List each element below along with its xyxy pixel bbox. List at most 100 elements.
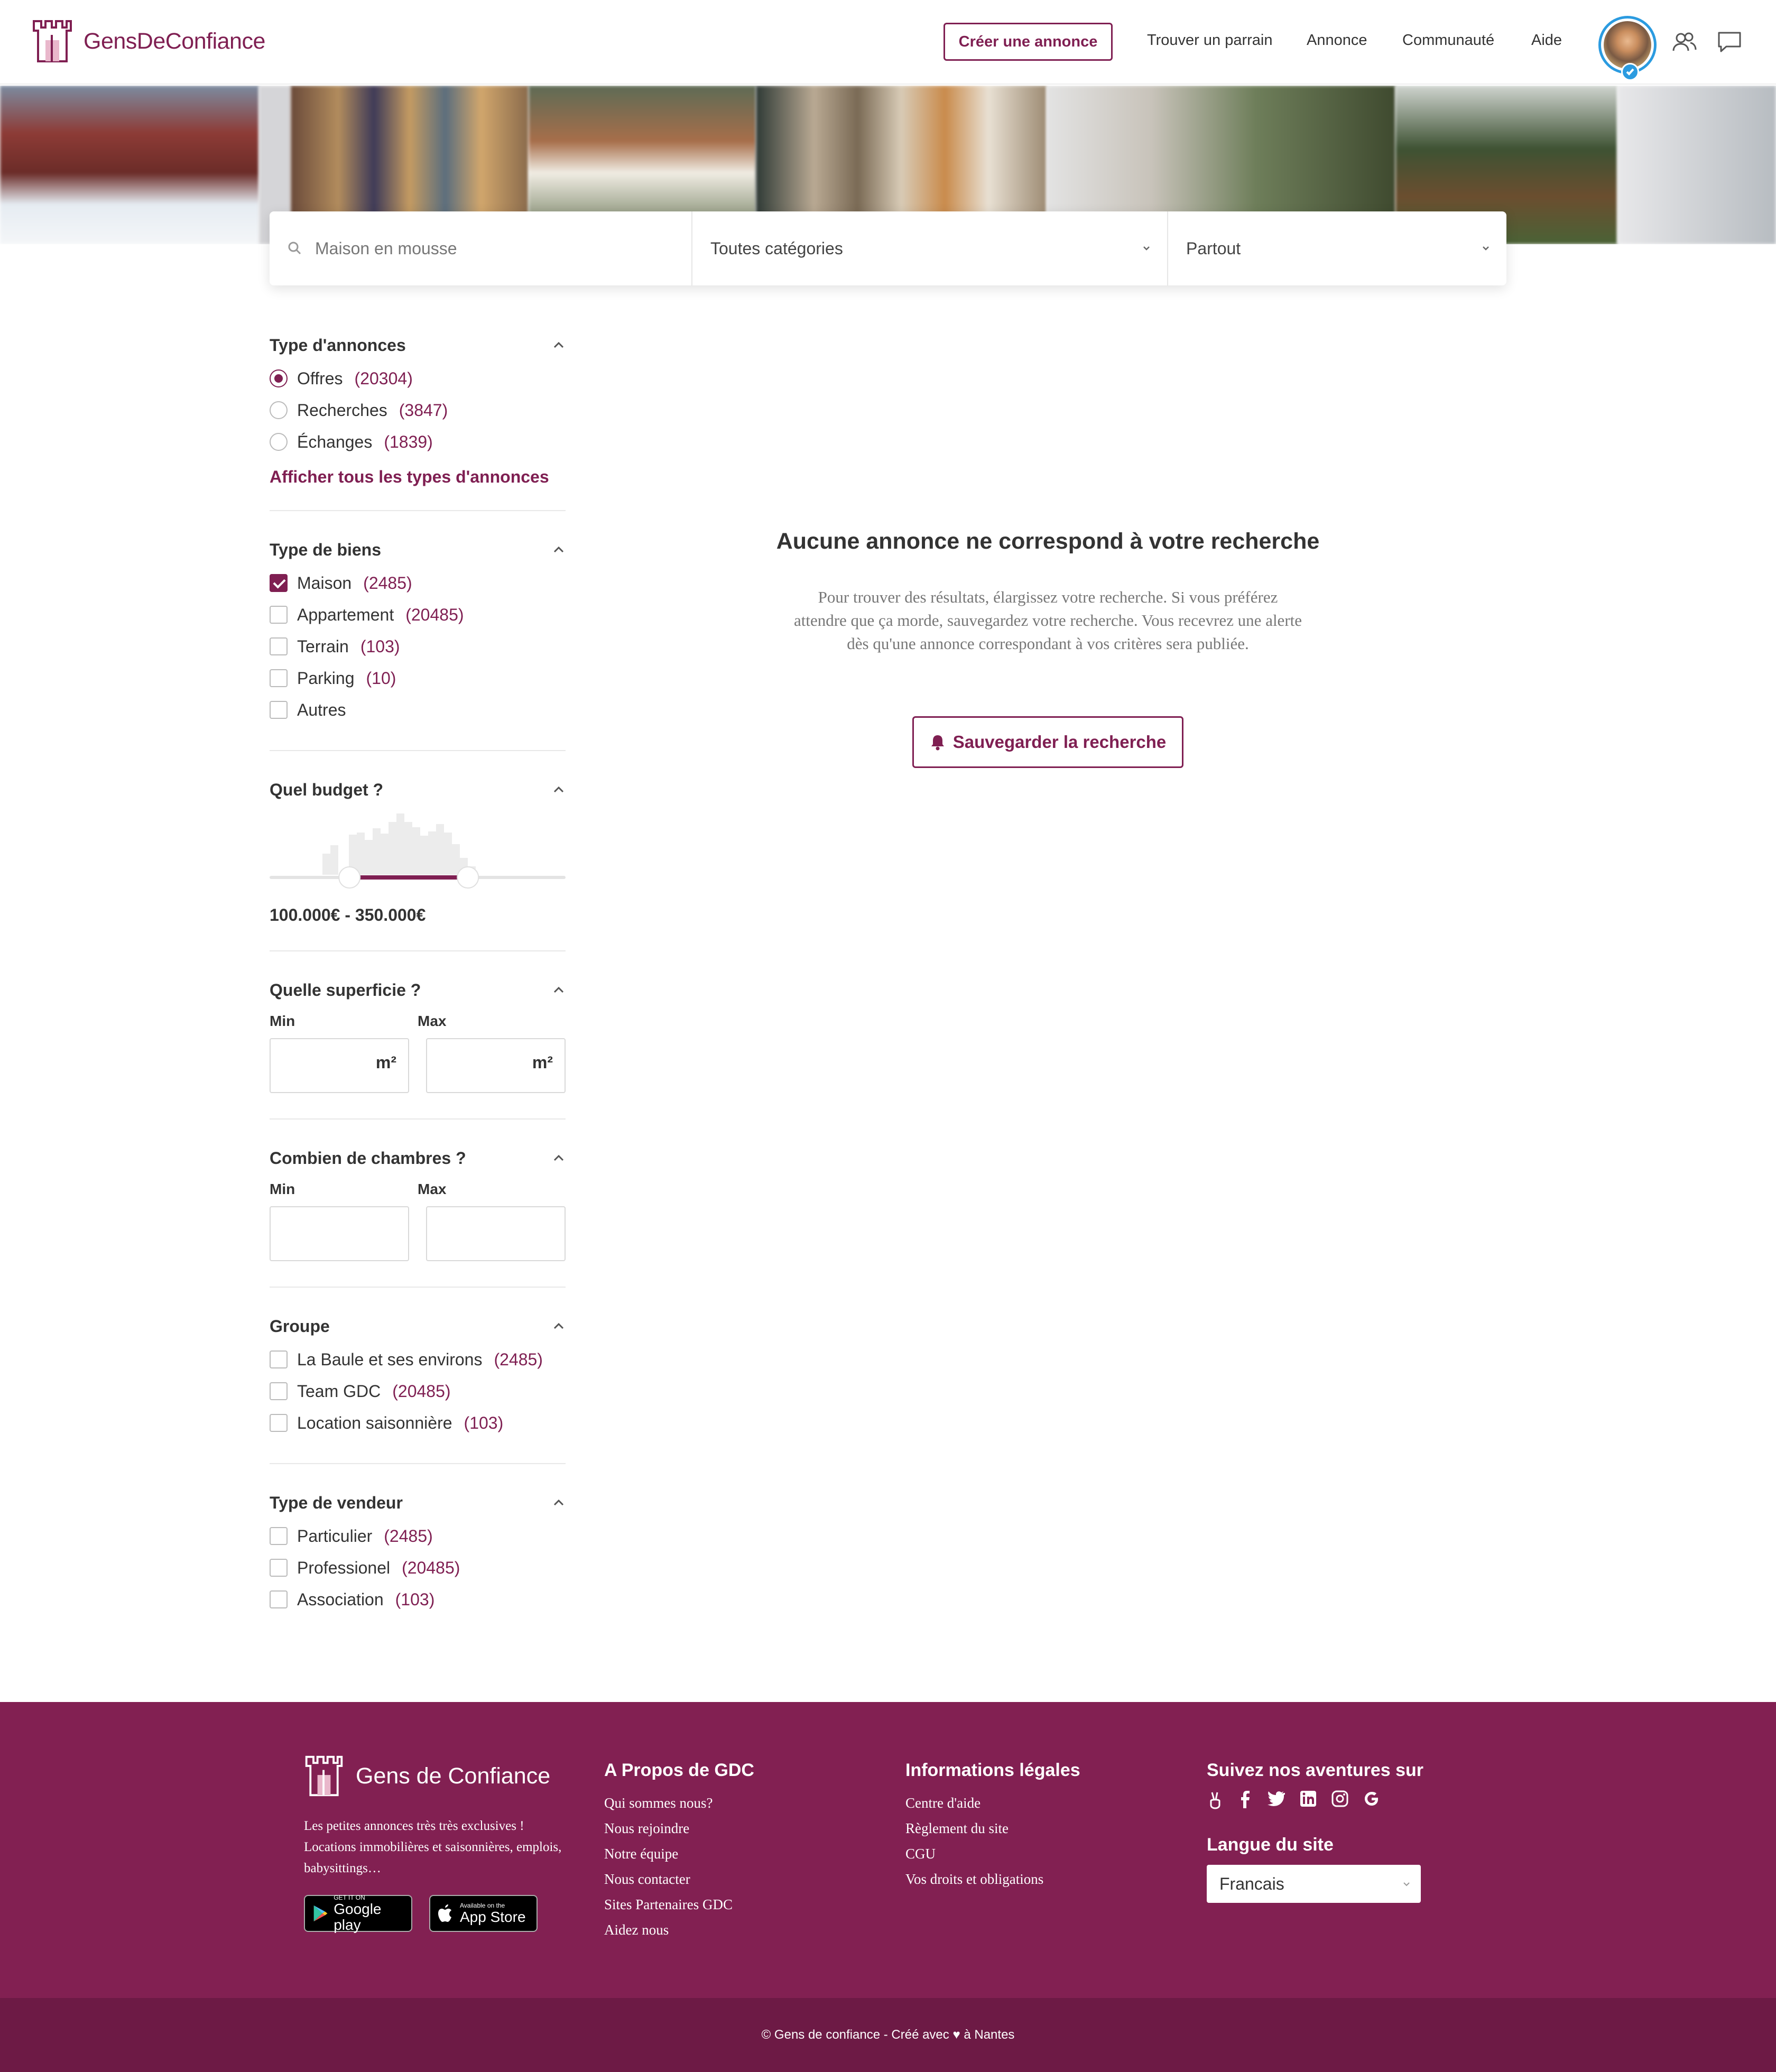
filter-seller-type-header[interactable]: Type de vendeur [270,1485,566,1520]
filter-ad-type-header[interactable]: Type d'annonces [270,328,566,363]
category-select[interactable]: Toutes catégories [692,211,1168,285]
location-select[interactable]: Partout [1168,211,1506,285]
checkbox-apartment[interactable]: Appartement (20485) [270,599,566,631]
facebook-icon[interactable] [1238,1790,1251,1809]
radio-offers[interactable]: Offres (20304) [270,363,566,394]
min-label: Min [270,1181,295,1197]
checkbox[interactable] [270,637,288,655]
linkedin-icon[interactable] [1300,1790,1317,1807]
filter-surface-header[interactable]: Quelle superficie ? [270,973,566,1007]
checkbox-seller-private[interactable]: Particulier (2485) [270,1520,566,1552]
checkbox-land[interactable]: Terrain (103) [270,631,566,662]
surface-max-field[interactable]: m² [426,1038,566,1093]
instagram-icon[interactable] [1331,1790,1348,1807]
footer-tagline: Les petites annonces très très exclusive… [304,1819,562,1875]
slider-handle-min[interactable] [338,866,361,889]
footer-link-help-center[interactable]: Centre d'aide [905,1790,1080,1816]
user-avatar[interactable] [1598,16,1657,81]
checkbox-other[interactable]: Autres [270,694,566,726]
footer-about-title: A Propos de GDC [604,1760,754,1780]
create-ad-button[interactable]: Créer une annonce [944,23,1113,61]
checkbox[interactable] [270,1559,288,1577]
option-label: Autres [297,700,346,719]
filter-property-type: Type de biens Maison (2485) Appartement … [270,511,566,751]
filter-ad-type: Type d'annonces Offres (20304) Recherche… [270,328,566,511]
nav-help[interactable]: Aide [1531,32,1562,49]
surface-min-field[interactable]: m² [270,1038,409,1093]
checkbox-seller-association[interactable]: Association (103) [270,1584,566,1615]
chevron-down-icon [1143,246,1150,251]
nav-ads[interactable]: Annonce [1307,32,1367,49]
checkbox[interactable] [270,669,288,687]
bedrooms-min-field[interactable] [270,1206,409,1261]
checkbox-group-team-gdc[interactable]: Team GDC (20485) [270,1375,566,1407]
checkbox-parking[interactable]: Parking (10) [270,662,566,694]
app-store-button[interactable]: Available on the App Store [429,1895,538,1932]
option-count: (1839) [384,432,433,451]
save-search-button[interactable]: Sauvegarder la recherche [912,716,1183,768]
checkbox[interactable] [270,701,288,719]
google-icon[interactable] [1363,1790,1380,1807]
footer-legal-title: Informations légales [905,1760,1080,1780]
chevron-up-icon [553,986,564,993]
checkbox[interactable] [270,1382,288,1400]
filter-property-type-header[interactable]: Type de biens [270,532,566,567]
radio-button[interactable] [270,369,288,387]
footer-link-contact[interactable]: Nous contacter [604,1866,754,1892]
nav-community[interactable]: Communauté [1402,32,1494,49]
search-bar: Toutes catégories Partout [270,211,1506,285]
checkbox-group-seasonal[interactable]: Location saisonnière (103) [270,1407,566,1439]
filter-bedrooms-header[interactable]: Combien de chambres ? [270,1141,566,1176]
radio-button[interactable] [270,433,288,451]
bedrooms-max-field[interactable] [426,1206,566,1261]
bedrooms-max-input[interactable] [427,1207,565,1260]
category-select-value: Toutes catégories [710,238,843,258]
search-input[interactable] [315,238,691,258]
twitter-icon[interactable] [1266,1790,1285,1807]
footer-link-rights[interactable]: Vos droits et obligations [905,1866,1080,1892]
language-select[interactable]: Francais [1207,1865,1421,1903]
footer-link-terms[interactable]: CGU [905,1841,1080,1866]
nav-find-sponsor[interactable]: Trouver un parrain [1147,32,1272,49]
checkbox-group-la-baule[interactable]: La Baule et ses environs (2485) [270,1344,566,1375]
google-play-small-text: GET IT ON [334,1894,365,1901]
search-icon [288,242,301,255]
site-logo[interactable]: GensDeConfiance [32,19,265,63]
checkbox-seller-pro[interactable]: Professionel (20485) [270,1552,566,1584]
bedrooms-min-input[interactable] [271,1207,408,1260]
google-play-button[interactable]: GET IT ON Google play [304,1894,412,1933]
unit-label: m² [375,1053,396,1072]
footer-link-team[interactable]: Notre équipe [604,1841,754,1866]
option-count: (10) [366,668,396,688]
option-label: Échanges [297,432,373,451]
checkbox[interactable] [270,1350,288,1368]
slider-handle-max[interactable] [457,866,479,889]
chat-icon[interactable] [1717,31,1742,54]
checkbox[interactable] [270,574,288,592]
checkbox[interactable] [270,1414,288,1432]
google-play-icon [313,1905,328,1922]
peace-hand-icon[interactable] [1207,1790,1224,1809]
checkbox[interactable] [270,1527,288,1545]
unit-label: m² [532,1053,553,1072]
footer-link-rules[interactable]: Règlement du site [905,1816,1080,1841]
checkbox[interactable] [270,606,288,624]
footer-logo[interactable]: Gens de Confiance [304,1755,550,1797]
footer-link-join-us[interactable]: Nous rejoindre [604,1816,754,1841]
filter-group-header[interactable]: Groupe [270,1309,566,1344]
option-count: (2485) [384,1526,433,1546]
filter-budget-header[interactable]: Quel budget ? [270,772,566,807]
copyright-text: © Gens de confiance - Créé avec ♥ à Nant… [761,2028,1015,2042]
users-icon[interactable] [1671,31,1697,54]
max-label: Max [418,1013,447,1029]
show-all-ad-types-link[interactable]: Afficher tous les types d'annonces [270,467,566,487]
footer-link-who-we-are[interactable]: Qui sommes nous? [604,1790,754,1816]
radio-exchanges[interactable]: Échanges (1839) [270,426,566,458]
checkbox-house[interactable]: Maison (2485) [270,567,566,599]
checkbox[interactable] [270,1590,288,1608]
footer-link-help-us[interactable]: Aidez nous [604,1917,754,1942]
radio-button[interactable] [270,401,288,419]
budget-range-slider[interactable] [270,807,566,902]
radio-searches[interactable]: Recherches (3847) [270,394,566,426]
footer-link-partners[interactable]: Sites Partenaires GDC [604,1892,754,1917]
